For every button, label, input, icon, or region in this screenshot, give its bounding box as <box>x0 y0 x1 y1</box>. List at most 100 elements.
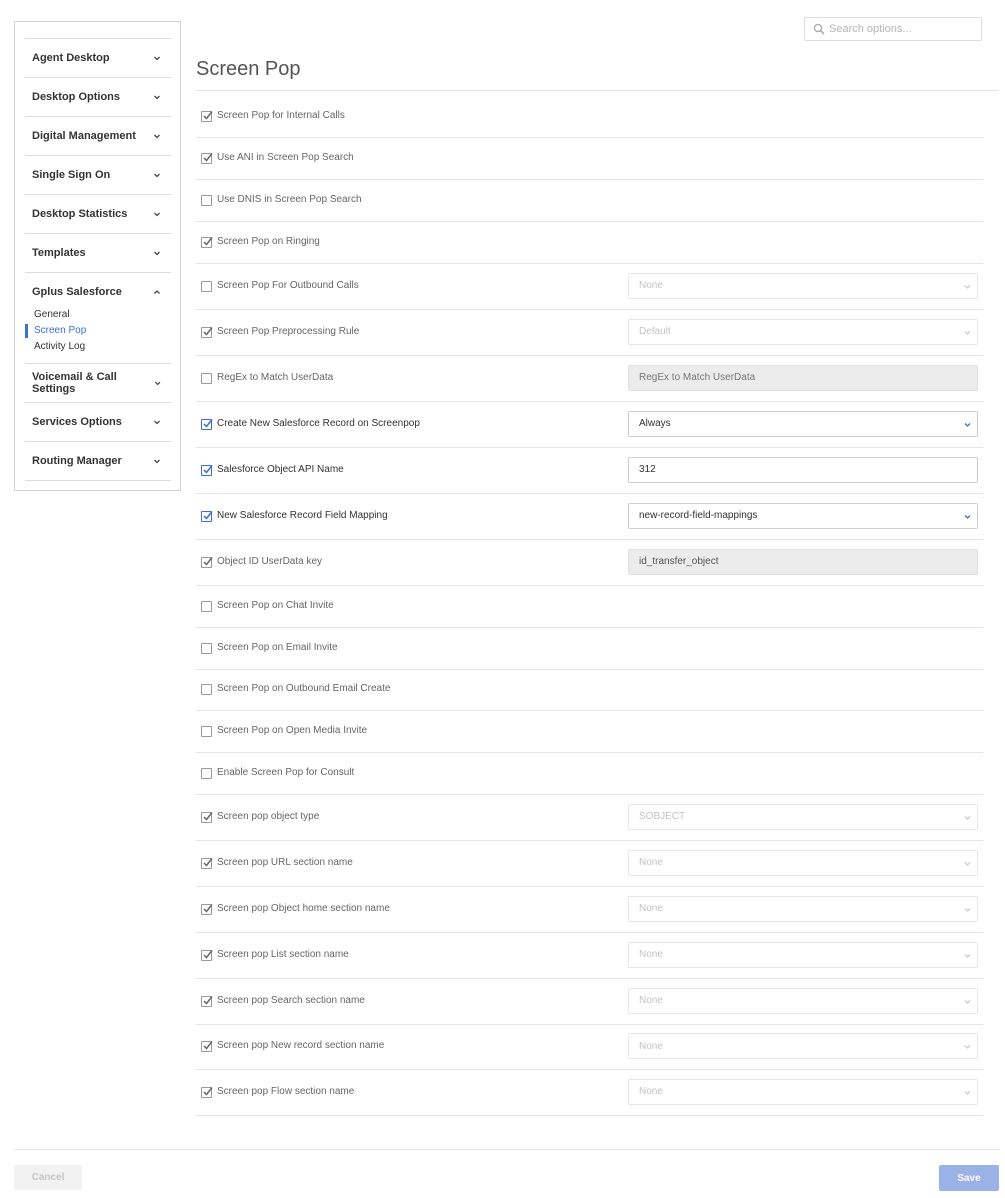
checkmark-icon <box>203 110 213 120</box>
checkmark-icon <box>203 510 213 520</box>
setting-select[interactable]: Always <box>628 410 978 437</box>
setting-row-screen-pop-on-outbound-email-create: Screen Pop on Outbound Email Create <box>196 670 983 711</box>
setting-row-create-new-salesforce-record-on-screenpop: Create New Salesforce Record on Screenpo… <box>196 402 983 448</box>
setting-select[interactable]: None <box>628 849 978 876</box>
setting-checkbox[interactable] <box>201 280 212 292</box>
setting-label: Screen Pop on Chat Invite <box>217 599 334 611</box>
setting-checkbox[interactable] <box>201 767 212 779</box>
setting-row-screen-pop-url-section-name: Screen pop URL section name None <box>196 841 983 887</box>
setting-input[interactable]: RegEx to Match UserData <box>628 364 978 391</box>
sidebar-group-header-templates[interactable]: Templates <box>25 234 171 272</box>
setting-select[interactable]: SOBJECT <box>628 803 978 830</box>
title-divider <box>196 90 998 91</box>
sidebar-group-header-desktop-options[interactable]: Desktop Options <box>25 78 171 116</box>
setting-label: Screen pop Object home section name <box>217 902 390 914</box>
setting-select[interactable]: None <box>628 272 978 299</box>
sidebar-group-header-single-sign-on[interactable]: Single Sign On <box>25 156 171 194</box>
setting-checkbox[interactable] <box>201 642 212 654</box>
setting-checkbox[interactable] <box>201 811 213 823</box>
sidebar-group-header-routing-manager[interactable]: Routing Manager <box>25 442 171 480</box>
sidebar-group-header-desktop-statistics[interactable]: Desktop Statistics <box>25 195 171 233</box>
setting-select[interactable]: None <box>628 895 978 922</box>
setting-checkbox[interactable] <box>201 372 212 384</box>
select-value: SOBJECT <box>639 811 686 822</box>
sidebar-group-header-voicemail-call-settings[interactable]: Voicemail & Call Settings <box>25 364 171 402</box>
sidebar-group-header-services-options[interactable]: Services Options <box>25 403 171 441</box>
setting-checkbox[interactable] <box>201 684 212 695</box>
setting-input[interactable]: 312 <box>628 456 978 483</box>
setting-checkbox[interactable] <box>201 995 213 1007</box>
setting-select[interactable]: None <box>628 941 978 968</box>
setting-checkbox[interactable] <box>201 236 213 248</box>
setting-label: Use ANI in Screen Pop Search <box>217 151 354 163</box>
input-value: 312 <box>639 464 656 475</box>
sidebar-group-header-gplus-salesforce[interactable]: Gplus Salesforce <box>25 273 171 311</box>
checkmark-icon <box>203 1041 213 1050</box>
setting-input[interactable]: id_transfer_object <box>628 548 978 575</box>
checkmark-icon <box>203 949 213 959</box>
sidebar-group-label: Desktop Statistics <box>32 208 128 220</box>
select-value: Default <box>639 326 671 337</box>
footer-divider <box>14 1149 1000 1150</box>
save-button[interactable]: Save <box>939 1165 999 1191</box>
page-title: Screen Pop <box>196 58 301 80</box>
checkmark-icon <box>203 1086 213 1096</box>
chevron-down-icon <box>964 999 971 1004</box>
setting-checkbox[interactable] <box>201 418 213 430</box>
setting-checkbox[interactable] <box>201 194 212 206</box>
setting-select[interactable]: Default <box>628 318 978 345</box>
cancel-button[interactable]: Cancel <box>14 1165 82 1190</box>
setting-row-screen-pop-preprocessing-rule: Screen Pop Preprocessing Rule Default <box>196 310 983 356</box>
setting-checkbox[interactable] <box>201 857 213 869</box>
setting-label: Screen pop New record section name <box>217 1040 385 1051</box>
setting-select[interactable]: None <box>628 1033 978 1059</box>
setting-checkbox[interactable] <box>201 510 213 522</box>
checkmark-icon <box>203 811 213 821</box>
setting-row-screen-pop-on-open-media-invite: Screen Pop on Open Media Invite <box>196 711 983 753</box>
setting-label: Salesforce Object API Name <box>217 463 344 475</box>
setting-select[interactable]: None <box>628 987 978 1014</box>
setting-checkbox[interactable] <box>201 464 213 476</box>
sidebar-group-label: Single Sign On <box>32 169 111 181</box>
sidebar-group-label: Templates <box>32 247 86 259</box>
setting-label: Screen Pop Preprocessing Rule <box>217 325 360 337</box>
sidebar-group-header-digital-management[interactable]: Digital Management <box>25 117 171 155</box>
sidebar: Agent Desktop Desktop Options Digital Mana… <box>14 21 181 491</box>
setting-checkbox[interactable] <box>201 110 213 122</box>
chevron-down-icon <box>154 459 160 464</box>
setting-checkbox[interactable] <box>201 600 212 612</box>
setting-checkbox[interactable] <box>201 903 213 915</box>
setting-checkbox[interactable] <box>201 949 213 961</box>
setting-row-object-id-userdata-key: Object ID UserData key id_transfer_object <box>196 540 983 586</box>
setting-checkbox[interactable] <box>201 725 212 737</box>
sidebar-item-general[interactable]: General <box>25 307 171 323</box>
setting-label: Screen Pop For Outbound Calls <box>217 279 359 291</box>
select-value: None <box>639 949 663 960</box>
chevron-down-icon <box>154 134 160 139</box>
setting-label: Create New Salesforce Record on Screenpo… <box>217 417 420 429</box>
sidebar-group-label: Digital Management <box>32 130 136 142</box>
checkmark-icon <box>203 857 213 867</box>
setting-label: Screen pop URL section name <box>217 856 353 868</box>
search-box[interactable] <box>804 17 982 41</box>
sidebar-group-label: Services Options <box>32 416 122 428</box>
setting-checkbox[interactable] <box>201 556 213 568</box>
setting-select[interactable]: None <box>628 1078 978 1105</box>
search-input[interactable] <box>829 23 969 35</box>
chevron-down-icon <box>154 420 160 425</box>
setting-row-screen-pop-on-email-invite: Screen Pop on Email Invite <box>196 628 983 670</box>
chevron-up-icon <box>154 290 160 294</box>
setting-select[interactable]: new-record-field-mappings <box>628 502 978 529</box>
setting-checkbox[interactable] <box>201 326 213 338</box>
select-value: None <box>639 1086 663 1097</box>
sidebar-group-header-agent-desktop[interactable]: Agent Desktop <box>25 39 171 77</box>
sidebar-item-screen-pop[interactable]: Screen Pop <box>25 323 171 339</box>
setting-checkbox[interactable] <box>201 1086 213 1098</box>
sidebar-group-desktop-options: Desktop Options <box>25 77 171 116</box>
sidebar-item-activity-log[interactable]: Activity Log <box>25 339 171 355</box>
chevron-down-icon <box>964 815 971 820</box>
setting-checkbox[interactable] <box>201 152 213 164</box>
sidebar-group-agent-desktop: Agent Desktop <box>25 38 171 77</box>
select-value: None <box>639 903 663 914</box>
setting-checkbox[interactable] <box>201 1041 213 1052</box>
